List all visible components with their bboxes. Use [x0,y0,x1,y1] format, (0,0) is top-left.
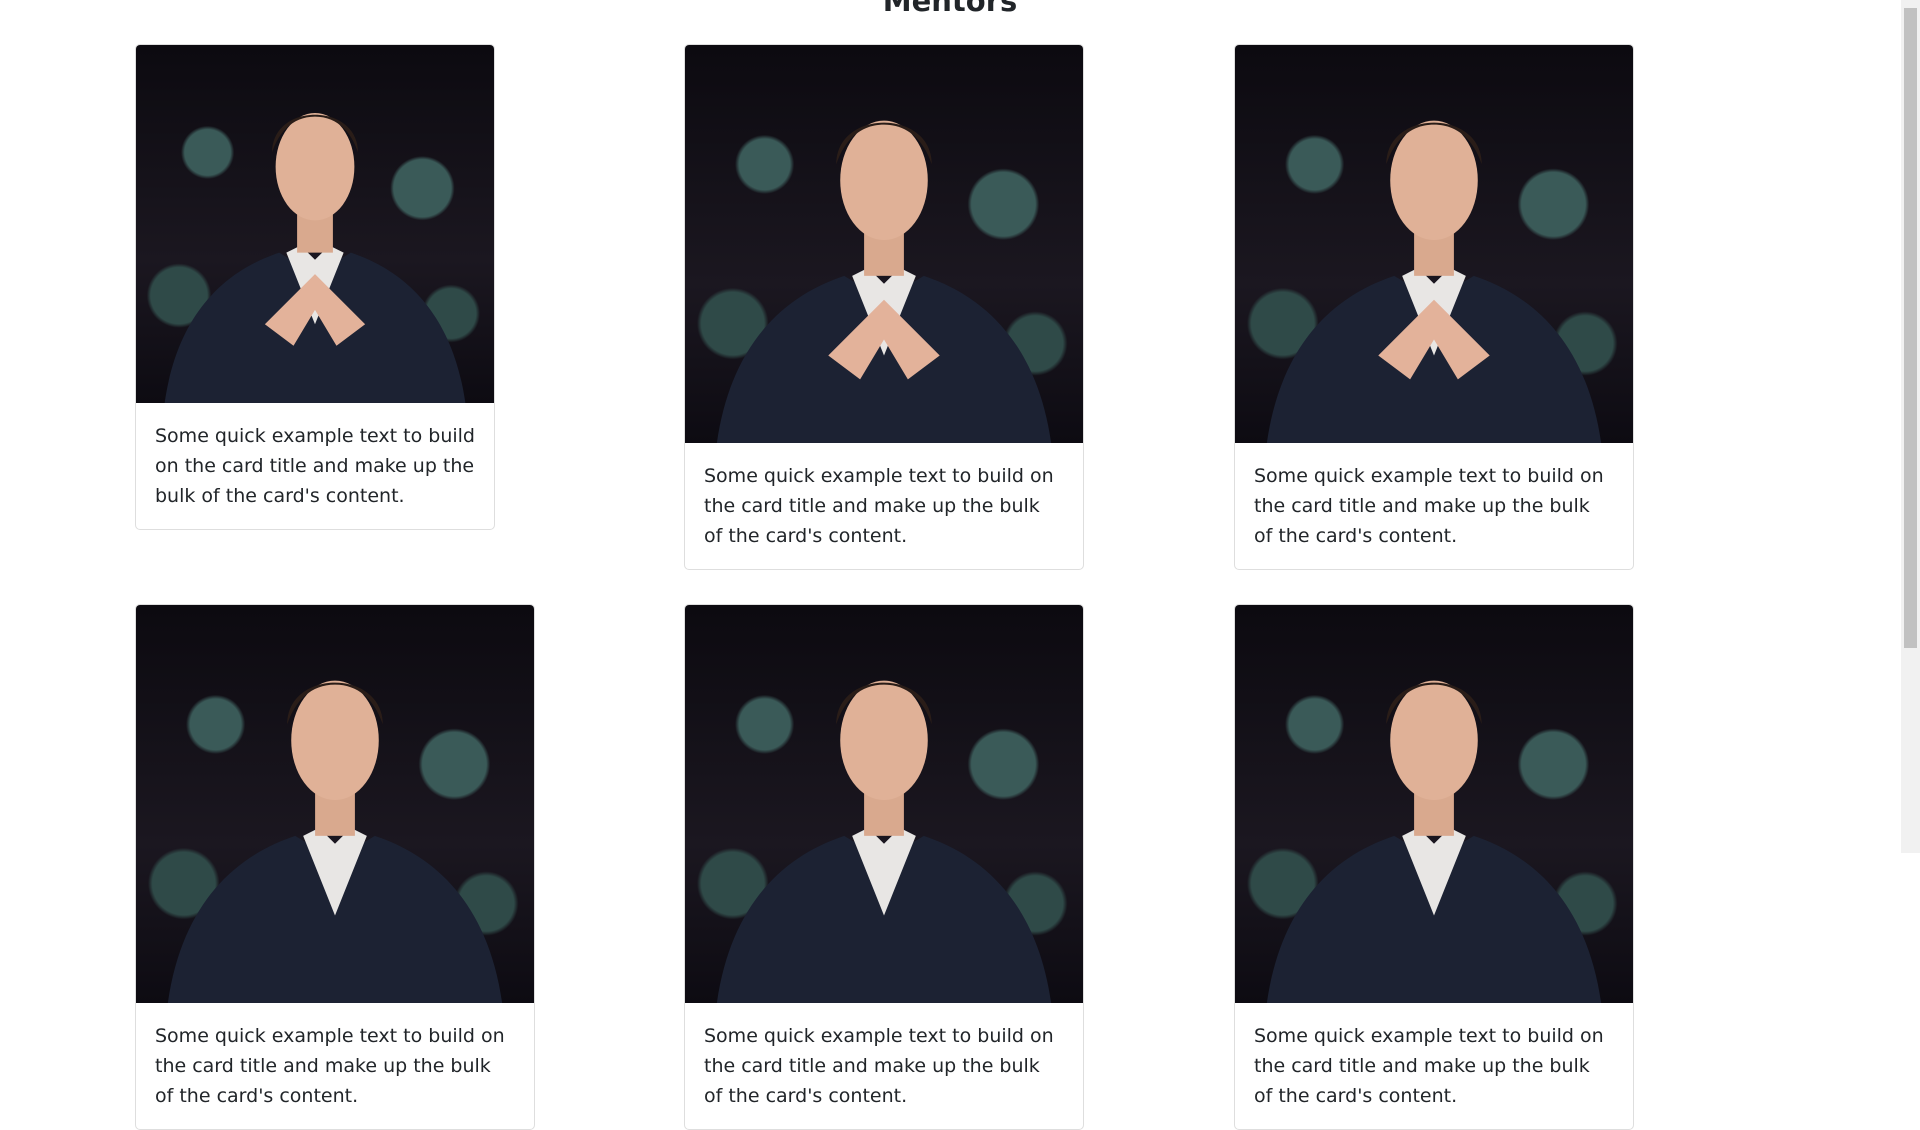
mentor-card: Some quick example text to build on the … [135,44,495,530]
card-body: Some quick example text to build on the … [1235,1003,1633,1129]
mentor-card: Some quick example text to build on the … [1234,44,1634,570]
card-body: Some quick example text to build on the … [136,1003,534,1129]
card-text: Some quick example text to build on the … [1254,465,1604,547]
mentor-card: Some quick example text to build on the … [684,44,1084,570]
card-text: Some quick example text to build on the … [704,465,1054,547]
mentor-photo [136,45,494,403]
card-body: Some quick example text to build on the … [685,1003,1083,1129]
mentor-photo [685,45,1083,443]
card-body: Some quick example text to build on the … [136,403,494,529]
vertical-scrollbar[interactable] [1901,0,1920,853]
card-text: Some quick example text to build on the … [1254,1025,1604,1107]
scrollbar-thumb[interactable] [1904,8,1917,648]
card-text: Some quick example text to build on the … [704,1025,1054,1107]
mentor-photo [1235,605,1633,1003]
mentor-photo [1235,45,1633,443]
mentor-card: Some quick example text to build on the … [684,604,1084,1130]
mentor-photo [136,605,534,1003]
card-body: Some quick example text to build on the … [685,443,1083,569]
card-text: Some quick example text to build on the … [155,425,475,507]
mentor-card: Some quick example text to build on the … [1234,604,1634,1130]
mentor-photo [685,605,1083,1003]
card-text: Some quick example text to build on the … [155,1025,505,1107]
mentor-card: Some quick example text to build on the … [135,604,535,1130]
page-title: Mentors [882,0,1018,18]
card-body: Some quick example text to build on the … [1235,443,1633,569]
